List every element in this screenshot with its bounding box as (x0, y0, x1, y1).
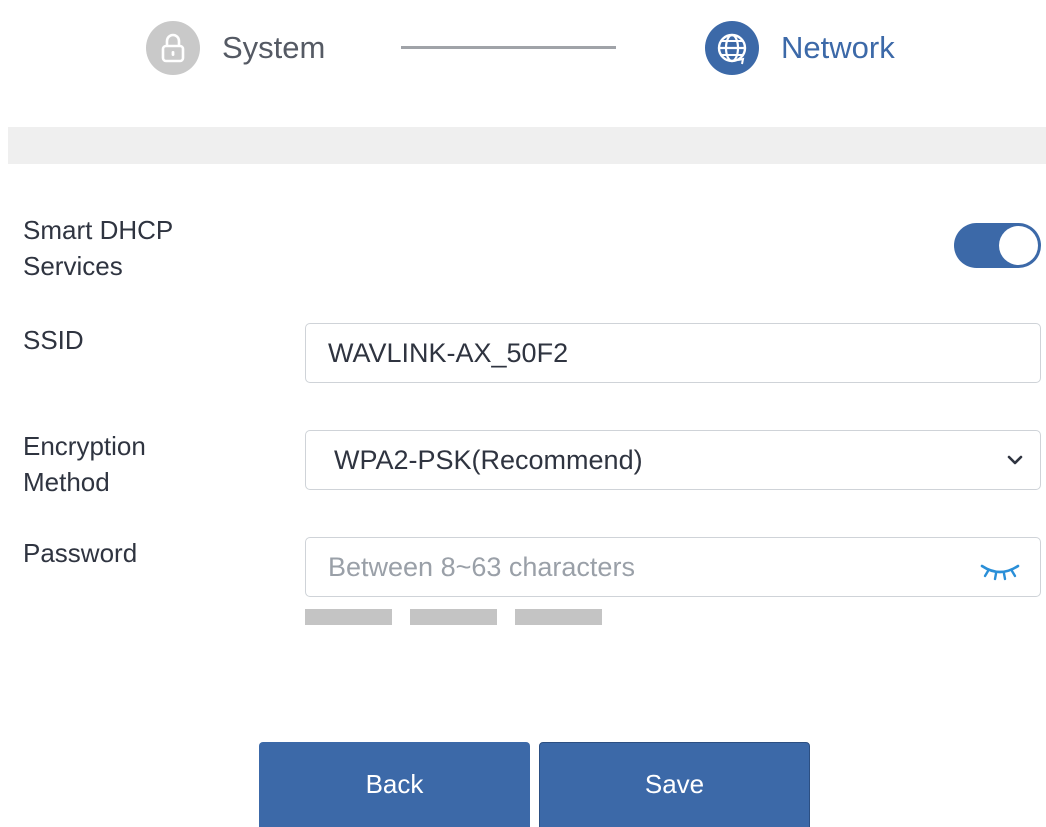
eye-closed-icon[interactable] (978, 558, 1022, 582)
encryption-selected-value: WPA2-PSK(Recommend) (334, 444, 643, 475)
dhcp-label: Smart DHCP Services (23, 212, 173, 284)
password-label: Password (23, 538, 138, 568)
step-system: System (146, 20, 325, 76)
back-button[interactable]: Back (259, 742, 530, 827)
section-divider (8, 127, 1046, 164)
dhcp-label-line1: Smart DHCP (23, 215, 174, 245)
password-strength-segment (410, 609, 497, 625)
step-network: Network (705, 20, 895, 76)
password-strength-segment (305, 609, 392, 625)
save-button[interactable]: Save (539, 742, 810, 827)
password-strength-segment (515, 609, 602, 625)
ssid-label: SSID (23, 325, 84, 355)
setup-stepper: System Network (0, 0, 1046, 100)
step-label-system: System (222, 30, 326, 65)
encryption-label-line2: Method (23, 467, 110, 497)
encryption-select[interactable]: WPA2-PSK(Recommend) (305, 430, 1041, 490)
encryption-label-line1: Encryption (23, 431, 146, 461)
password-input[interactable] (306, 538, 1040, 596)
dhcp-toggle[interactable] (954, 223, 1041, 268)
ssid-input[interactable] (306, 324, 1040, 382)
toggle-knob (999, 226, 1038, 265)
encryption-label: Encryption Method (23, 428, 146, 500)
chevron-down-icon (1004, 449, 1026, 471)
lock-icon (146, 21, 200, 75)
step-label-network: Network (781, 30, 895, 65)
password-field (305, 537, 1041, 597)
globe-icon (705, 21, 759, 75)
ssid-field (305, 323, 1041, 383)
dhcp-label-line2: Services (23, 251, 123, 281)
stepper-connector (401, 46, 616, 49)
